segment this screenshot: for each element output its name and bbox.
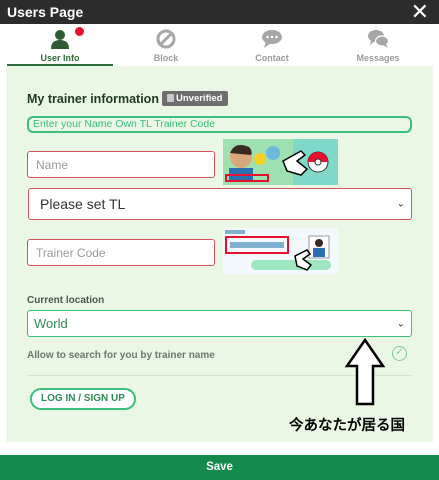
- status-badge: Unverified: [162, 91, 229, 106]
- location-label: Current location: [27, 295, 105, 306]
- up-arrow-annotation-icon: [344, 338, 386, 406]
- login-signup-button[interactable]: LOG IN / SIGN UP: [30, 388, 136, 410]
- lock-icon: [167, 94, 174, 102]
- tab-user-info[interactable]: User Info: [7, 24, 113, 66]
- messages-icon: [368, 30, 389, 48]
- trainer-code-input[interactable]: Trainer Code: [27, 239, 215, 266]
- tab-label: Block: [153, 53, 179, 63]
- name-example-image: [223, 139, 338, 185]
- instruction-hint: Enter your Name Own TL Trainer Code: [27, 116, 412, 133]
- tab-bar: User Info Block Contact Messages: [0, 24, 439, 66]
- tab-label: Messages: [356, 53, 400, 63]
- location-select[interactable]: World ⌄: [27, 310, 412, 337]
- trainer-code-example-image: [223, 228, 338, 274]
- tl-select-value: Please set TL: [40, 196, 126, 212]
- tl-select[interactable]: Please set TL ⌄: [28, 188, 412, 220]
- section-heading: My trainer information: [27, 92, 159, 106]
- chevron-down-icon: ⌄: [396, 318, 405, 329]
- trainer-code-placeholder: Trainer Code: [36, 245, 106, 260]
- name-input[interactable]: Name: [27, 151, 215, 178]
- tab-label: User Info: [40, 53, 80, 63]
- chevron-down-icon: ⌄: [396, 198, 405, 210]
- tab-messages[interactable]: Messages: [325, 24, 431, 66]
- tab-block[interactable]: Block: [113, 24, 219, 66]
- close-icon[interactable]: ✕: [411, 0, 429, 24]
- tab-label: Contact: [255, 53, 289, 63]
- user-icon: [51, 30, 69, 49]
- save-button[interactable]: Save: [0, 455, 439, 480]
- window-title: Users Page: [7, 4, 84, 20]
- check-circle-icon[interactable]: ✓: [392, 346, 407, 361]
- tab-contact[interactable]: Contact: [219, 24, 325, 66]
- notification-badge: [75, 27, 84, 36]
- status-badge-label: Unverified: [176, 93, 223, 104]
- allow-search-label: Allow to search for you by trainer name: [27, 350, 215, 361]
- block-icon: [156, 29, 176, 49]
- location-select-value: World: [34, 316, 68, 331]
- annotation-text: 今あなたが居る国: [289, 418, 405, 434]
- title-bar: Users Page ✕: [0, 0, 439, 24]
- name-placeholder: Name: [36, 157, 69, 172]
- chat-bubble-icon: [262, 30, 282, 48]
